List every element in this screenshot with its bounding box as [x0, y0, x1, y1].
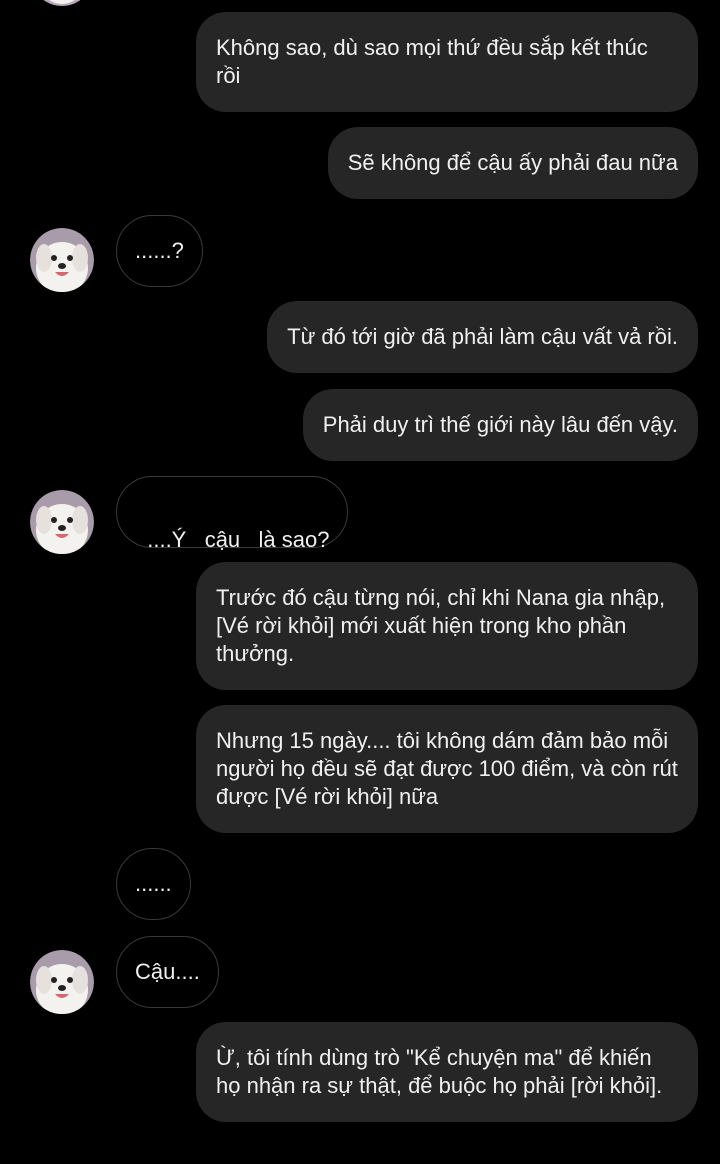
message-incoming[interactable]: ....Ý cậu là sao? [116, 476, 349, 552]
avatar[interactable] [30, 228, 94, 292]
avatar[interactable] [30, 490, 94, 554]
message-text: ....Ý cậu là sao? [147, 527, 330, 552]
dog-avatar-icon [43, 0, 81, 6]
message-incoming[interactable]: ......? [116, 215, 203, 287]
dog-avatar-icon [30, 228, 94, 292]
message-text: ......? [135, 238, 184, 263]
message-text: ...... [135, 871, 172, 896]
message-text: Cậu.... [135, 959, 200, 984]
message-outgoing[interactable]: Ừ, tôi tính dùng trò "Kể chuyện ma" để k… [196, 1022, 698, 1122]
message-text: Không sao, dù sao mọi thứ đều sắp kết th… [216, 35, 648, 88]
message-outgoing[interactable]: Từ đó tới giờ đã phải làm cậu vất vả rồi… [267, 301, 698, 373]
message-text: Từ đó tới giờ đã phải làm cậu vất vả rồi… [287, 324, 678, 349]
message-outgoing[interactable]: Sẽ không để cậu ấy phải đau nữa [327, 127, 698, 199]
message-text: Ừ, tôi tính dùng trò "Kể chuyện ma" để k… [216, 1045, 663, 1098]
message-outgoing[interactable]: Trước đó cậu từng nói, chỉ khi Nana gia … [196, 562, 698, 690]
avatar-top-partial[interactable] [30, 0, 94, 6]
dog-avatar-icon [30, 950, 94, 1014]
message-text: Phải duy trì thế giới này lâu đến vậy. [322, 412, 678, 437]
message-incoming[interactable]: ...... [116, 848, 191, 920]
message-outgoing[interactable]: Phải duy trì thế giới này lâu đến vậy. [302, 389, 698, 461]
message-outgoing[interactable]: Không sao, dù sao mọi thứ đều sắp kết th… [196, 12, 698, 112]
message-text: Sẽ không để cậu ấy phải đau nữa [347, 150, 678, 175]
message-outgoing[interactable]: Nhưng 15 ngày.... tôi không dám đảm bảo … [196, 705, 698, 833]
dog-avatar-icon [30, 490, 94, 554]
message-incoming[interactable]: Cậu.... [116, 936, 219, 1008]
avatar[interactable] [30, 950, 94, 1014]
message-text: Nhưng 15 ngày.... tôi không dám đảm bảo … [216, 728, 678, 809]
message-text: Trước đó cậu từng nói, chỉ khi Nana gia … [216, 585, 666, 666]
